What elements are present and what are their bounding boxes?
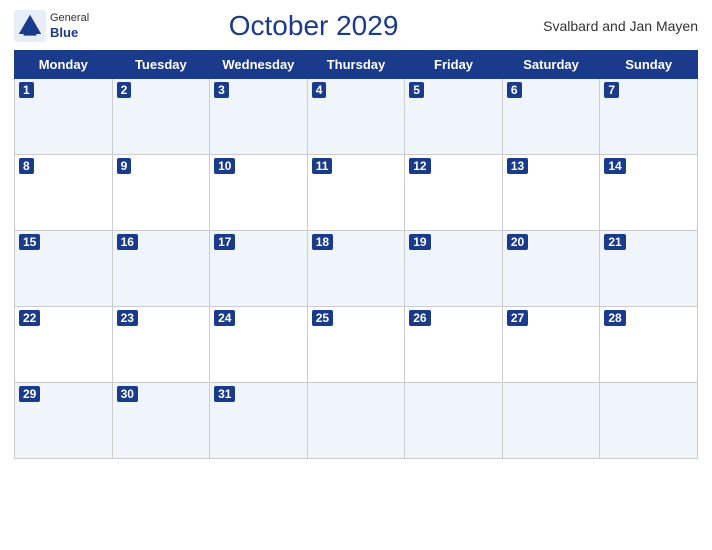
- calendar-grid: Monday Tuesday Wednesday Thursday Friday…: [14, 50, 698, 459]
- calendar-day-30: 30: [112, 383, 210, 459]
- day-number-4: 4: [312, 82, 327, 98]
- calendar-day-16: 16: [112, 231, 210, 307]
- day-number-6: 6: [507, 82, 522, 98]
- calendar-empty-cell: [307, 383, 405, 459]
- calendar-day-18: 18: [307, 231, 405, 307]
- calendar-day-31: 31: [210, 383, 308, 459]
- calendar-day-11: 11: [307, 155, 405, 231]
- calendar-day-6: 6: [502, 79, 600, 155]
- calendar-day-24: 24: [210, 307, 308, 383]
- weekday-saturday: Saturday: [502, 51, 600, 79]
- weekday-wednesday: Wednesday: [210, 51, 308, 79]
- calendar-empty-cell: [600, 383, 698, 459]
- calendar-day-28: 28: [600, 307, 698, 383]
- day-number-18: 18: [312, 234, 333, 250]
- day-number-26: 26: [409, 310, 430, 326]
- day-number-25: 25: [312, 310, 333, 326]
- day-number-1: 1: [19, 82, 34, 98]
- calendar-day-17: 17: [210, 231, 308, 307]
- calendar-empty-cell: [502, 383, 600, 459]
- calendar-week-row-2: 8 9 10 11 12 13 14: [15, 155, 698, 231]
- day-number-27: 27: [507, 310, 528, 326]
- day-number-8: 8: [19, 158, 34, 174]
- calendar-day-2: 2: [112, 79, 210, 155]
- calendar-day-14: 14: [600, 155, 698, 231]
- calendar-container: General Blue October 2029 Svalbard and J…: [0, 0, 712, 550]
- calendar-day-25: 25: [307, 307, 405, 383]
- calendar-day-20: 20: [502, 231, 600, 307]
- day-number-3: 3: [214, 82, 229, 98]
- calendar-day-7: 7: [600, 79, 698, 155]
- weekday-thursday: Thursday: [307, 51, 405, 79]
- weekday-friday: Friday: [405, 51, 503, 79]
- calendar-day-22: 22: [15, 307, 113, 383]
- day-number-29: 29: [19, 386, 40, 402]
- calendar-day-9: 9: [112, 155, 210, 231]
- calendar-week-row-4: 22 23 24 25 26 27 28: [15, 307, 698, 383]
- calendar-header: General Blue October 2029 Svalbard and J…: [14, 10, 698, 42]
- calendar-empty-cell: [405, 383, 503, 459]
- day-number-19: 19: [409, 234, 430, 250]
- day-number-13: 13: [507, 158, 528, 174]
- day-number-12: 12: [409, 158, 430, 174]
- calendar-day-8: 8: [15, 155, 113, 231]
- day-number-24: 24: [214, 310, 235, 326]
- logo-blue-label: Blue: [50, 25, 89, 41]
- day-number-20: 20: [507, 234, 528, 250]
- calendar-week-row-1: 1 2 3 4 5 6 7: [15, 79, 698, 155]
- day-number-10: 10: [214, 158, 235, 174]
- day-number-2: 2: [117, 82, 132, 98]
- logo-area: General Blue: [14, 10, 89, 42]
- calendar-weekdays-header: Monday Tuesday Wednesday Thursday Friday…: [15, 51, 698, 79]
- day-number-5: 5: [409, 82, 424, 98]
- month-year-title: October 2029: [229, 10, 399, 41]
- day-number-7: 7: [604, 82, 619, 98]
- calendar-body: 1234567891011121314151617181920212223242…: [15, 79, 698, 459]
- calendar-day-13: 13: [502, 155, 600, 231]
- day-number-21: 21: [604, 234, 625, 250]
- calendar-week-row-5: 29 30 31: [15, 383, 698, 459]
- calendar-title-area: October 2029: [89, 10, 538, 42]
- calendar-day-12: 12: [405, 155, 503, 231]
- weekday-sunday: Sunday: [600, 51, 698, 79]
- calendar-day-3: 3: [210, 79, 308, 155]
- calendar-day-26: 26: [405, 307, 503, 383]
- day-number-31: 31: [214, 386, 235, 402]
- day-number-23: 23: [117, 310, 138, 326]
- day-number-16: 16: [117, 234, 138, 250]
- logo-general-label: General: [50, 12, 89, 25]
- weekday-monday: Monday: [15, 51, 113, 79]
- day-number-11: 11: [312, 158, 333, 174]
- weekday-tuesday: Tuesday: [112, 51, 210, 79]
- calendar-day-1: 1: [15, 79, 113, 155]
- calendar-week-row-3: 15 16 17 18 19 20 21: [15, 231, 698, 307]
- calendar-day-27: 27: [502, 307, 600, 383]
- calendar-day-15: 15: [15, 231, 113, 307]
- weekday-header-row: Monday Tuesday Wednesday Thursday Friday…: [15, 51, 698, 79]
- calendar-day-10: 10: [210, 155, 308, 231]
- generalblue-logo-icon: [14, 10, 46, 42]
- day-number-30: 30: [117, 386, 138, 402]
- day-number-14: 14: [604, 158, 625, 174]
- calendar-day-5: 5: [405, 79, 503, 155]
- day-number-28: 28: [604, 310, 625, 326]
- calendar-day-4: 4: [307, 79, 405, 155]
- logo-text: General Blue: [50, 12, 89, 41]
- day-number-17: 17: [214, 234, 235, 250]
- region-label: Svalbard and Jan Mayen: [538, 18, 698, 34]
- day-number-22: 22: [19, 310, 40, 326]
- calendar-day-29: 29: [15, 383, 113, 459]
- calendar-day-19: 19: [405, 231, 503, 307]
- calendar-day-21: 21: [600, 231, 698, 307]
- day-number-9: 9: [117, 158, 132, 174]
- day-number-15: 15: [19, 234, 40, 250]
- calendar-day-23: 23: [112, 307, 210, 383]
